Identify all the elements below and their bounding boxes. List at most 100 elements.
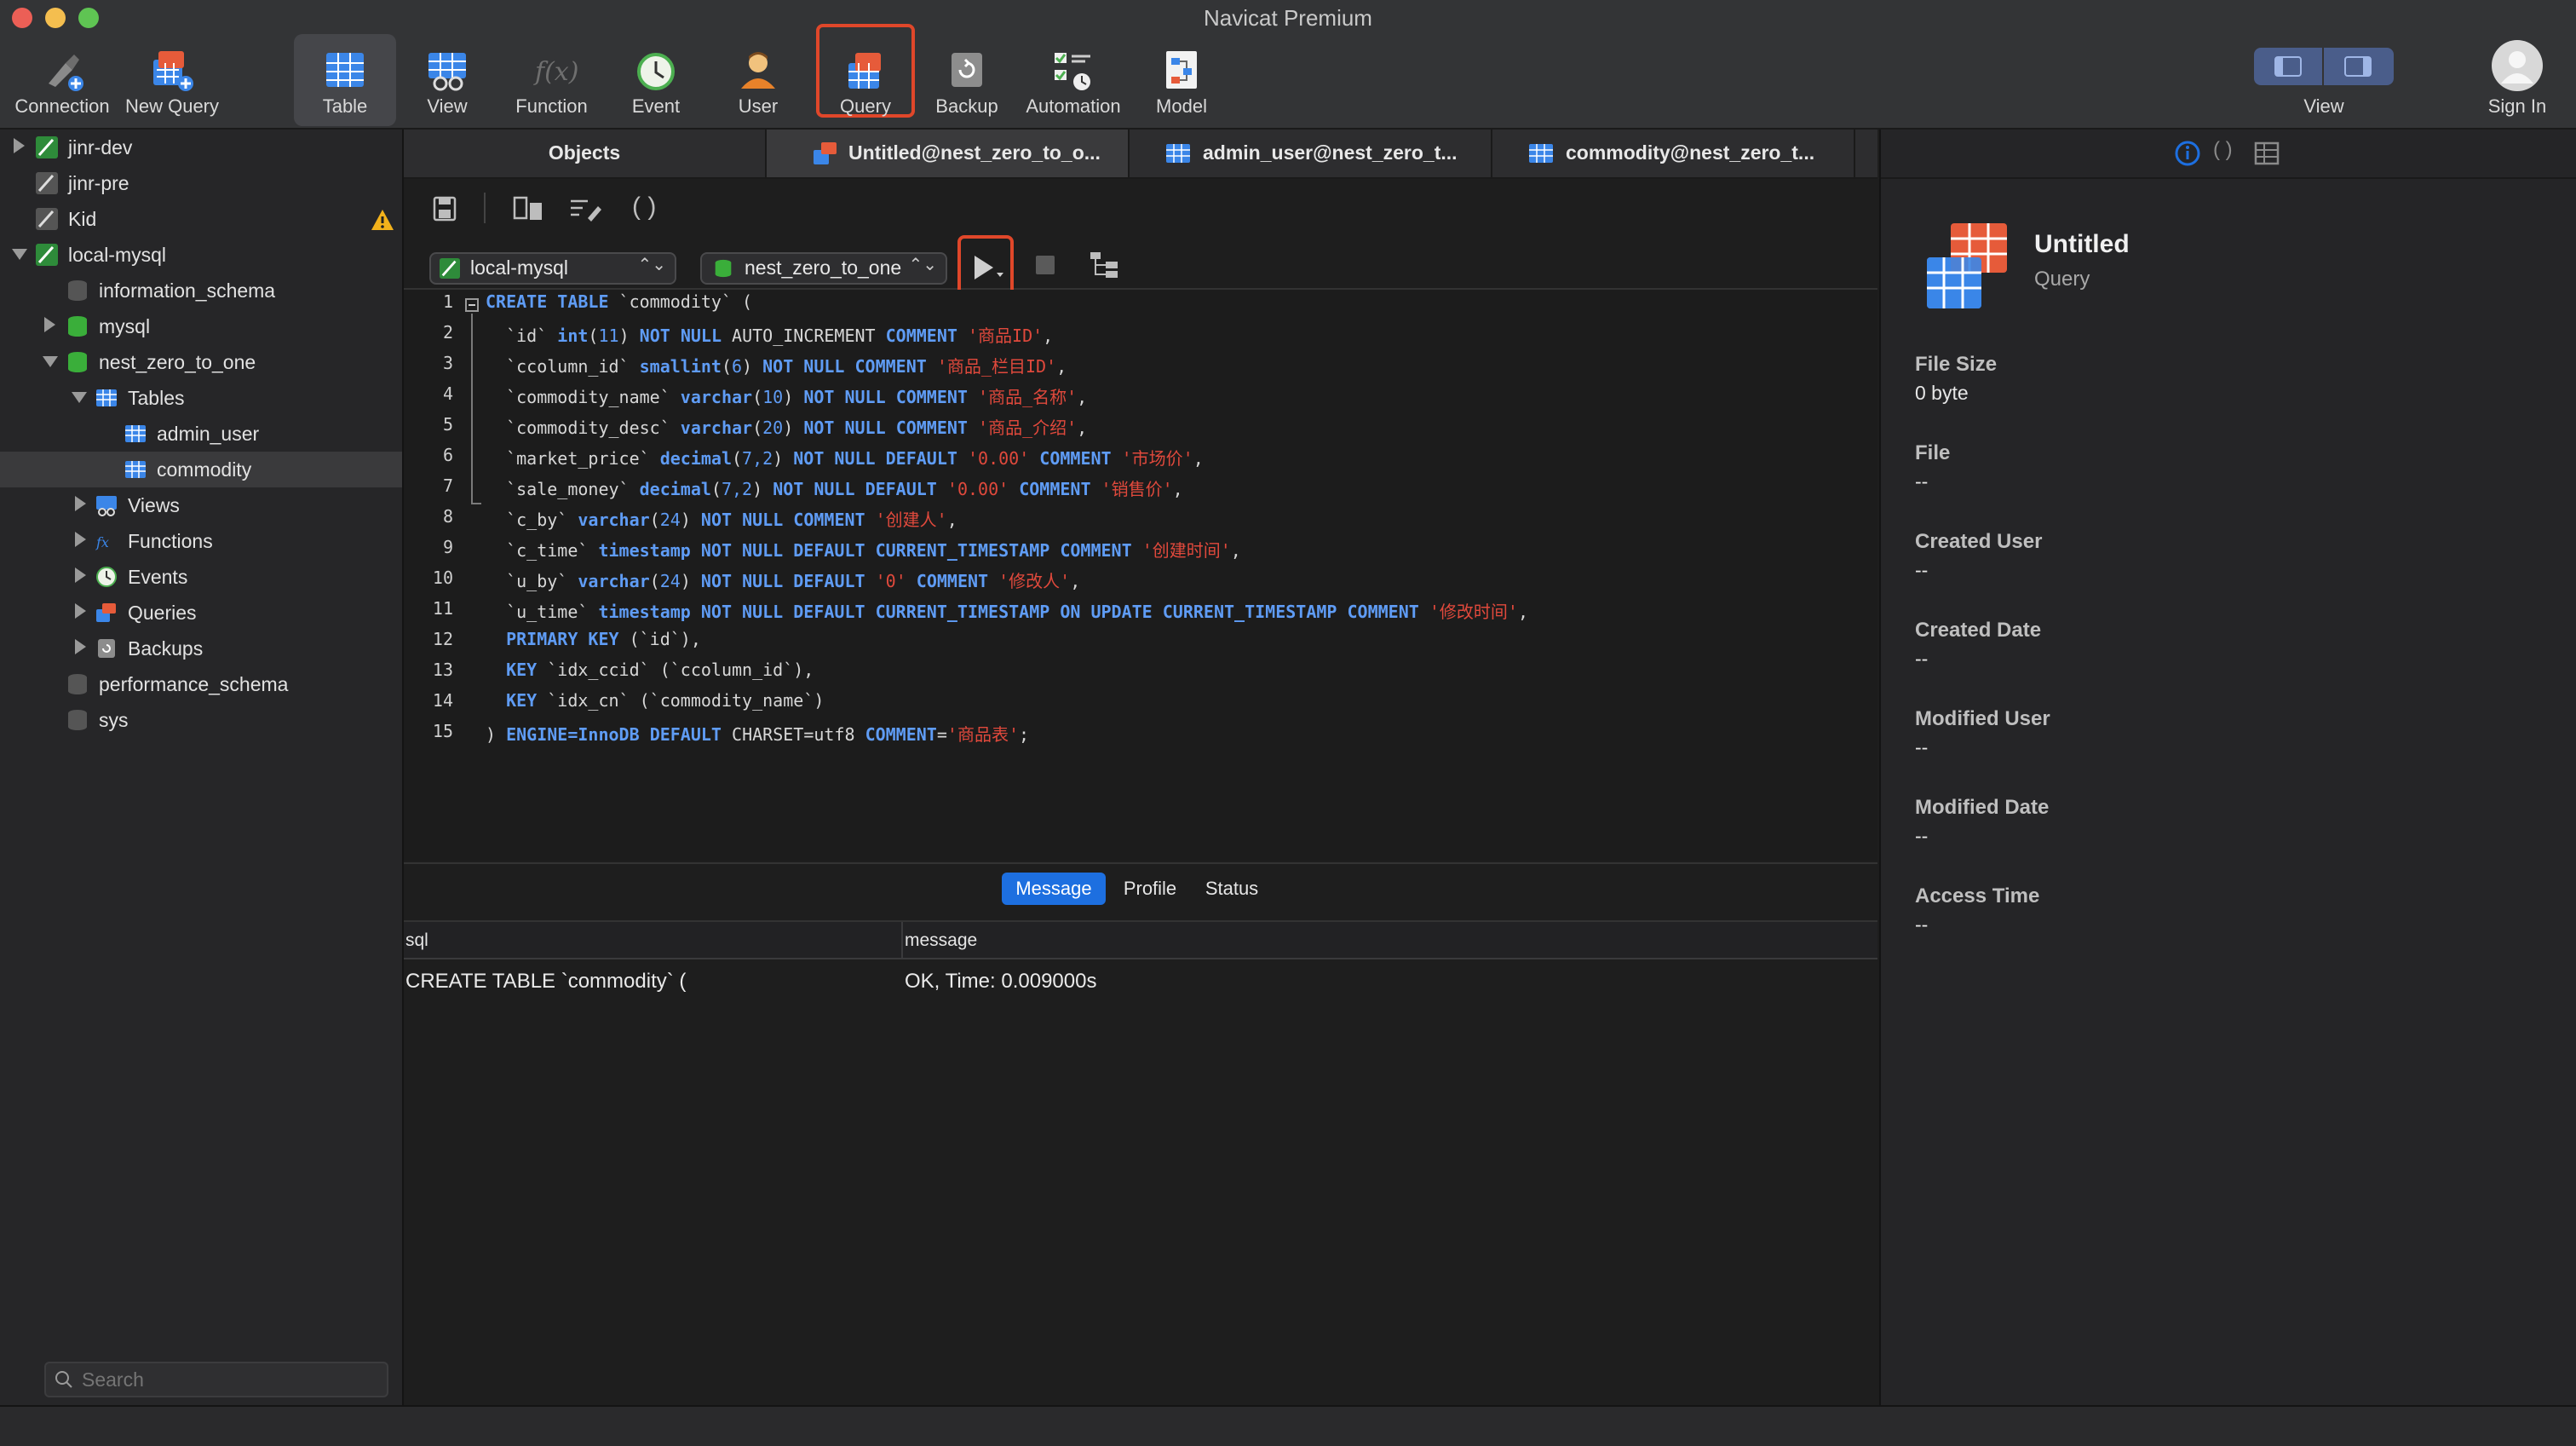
toolbar-table-button[interactable]: Table [294, 34, 396, 126]
info-value-modified-user: -- [1915, 736, 1929, 758]
results-tab-profile[interactable]: Profile [1116, 873, 1184, 905]
toggle-left-panel-button[interactable] [2254, 48, 2324, 85]
expand-arrow-icon[interactable] [75, 567, 86, 583]
column-header-message[interactable]: message [905, 930, 977, 951]
line-number: 6 [442, 445, 453, 465]
tab-admin-user[interactable]: admin_user@nest_zero_t... [1130, 130, 1492, 177]
toolbar-backup-button[interactable]: Backup [916, 34, 1018, 126]
tree-item-label: performance_schema [99, 673, 289, 695]
collapse-arrow-icon[interactable] [43, 356, 58, 367]
cell-message: OK, Time: 0.009000s [905, 970, 1097, 993]
toolbar-model-label: Model [1156, 95, 1207, 117]
backup-icon [98, 639, 115, 658]
code-line: `u_by` varchar(24) NOT NULL DEFAULT '0' … [486, 571, 1081, 591]
tree-item-views[interactable]: Views [0, 487, 402, 523]
database-select[interactable]: nest_zero_to_one ⌃⌄ [700, 252, 947, 285]
toolbar-connection-button[interactable]: Connection [7, 34, 118, 126]
code-line: KEY `idx_cn` (`commodity_name`) [506, 690, 825, 711]
collapse-arrow-icon[interactable] [12, 249, 27, 260]
query-builder-icon[interactable] [513, 196, 545, 222]
line-number: 5 [442, 414, 453, 435]
results-tab-status[interactable]: Status [1198, 873, 1266, 905]
expand-arrow-icon[interactable] [14, 138, 25, 153]
sign-in-button[interactable]: Sign In [2470, 34, 2564, 124]
tree-item-jinr-pre[interactable]: jinr-pre [0, 165, 402, 201]
save-icon[interactable] [433, 196, 457, 222]
select-chevron-icon: ⌃⌄ [637, 256, 666, 274]
line-number: 13 [432, 660, 453, 680]
expand-arrow-icon[interactable] [75, 496, 86, 511]
view-icon [96, 496, 117, 516]
expand-arrow-icon[interactable] [75, 639, 86, 654]
fold-toggle-icon[interactable] [465, 298, 479, 312]
tab-untitled-query[interactable]: Untitled@nest_zero_to_o... [767, 130, 1130, 177]
tree-item-backups[interactable]: Backups [0, 631, 402, 666]
tree-item-events[interactable]: Events [0, 559, 402, 595]
tree-item-mysql[interactable]: mysql [0, 308, 402, 344]
tree-item-commodity[interactable]: commodity [0, 452, 402, 487]
info-value-access-time: -- [1915, 913, 1929, 936]
toolbar-event-button[interactable]: Event [605, 34, 707, 126]
tree-item-local-mysql[interactable]: local-mysql [0, 237, 402, 273]
tree-item-nest-zero-to-one[interactable]: nest_zero_to_one [0, 344, 402, 380]
expand-arrow-icon[interactable] [44, 317, 55, 332]
database-icon [715, 259, 732, 278]
fold-line [471, 314, 473, 503]
toggle-right-panel-button[interactable] [2324, 48, 2394, 85]
tab-objects[interactable]: Objects [404, 130, 767, 177]
toolbar-user-button[interactable]: User [707, 34, 809, 126]
function-icon: f(x) [533, 57, 578, 87]
sidebar-search-input[interactable] [80, 1367, 382, 1392]
line-number: 8 [442, 506, 453, 527]
expand-arrow-icon[interactable] [75, 603, 86, 619]
run-query-button[interactable] [957, 235, 1014, 297]
tree-item-tables[interactable]: Tables [0, 380, 402, 416]
column-header-sql[interactable]: sql [405, 930, 428, 951]
code-line: `id` int(11) NOT NULL AUTO_INCREMENT COM… [486, 325, 1054, 346]
toolbar-function-label: Function [515, 95, 588, 117]
fold-guide [458, 293, 460, 702]
connection-select-value: local-mysql [470, 256, 569, 279]
collapse-arrow-icon[interactable] [72, 392, 87, 403]
tab-commodity[interactable]: commodity@nest_zero_t... [1492, 130, 1855, 177]
toolbar-view-label: View [427, 95, 468, 117]
info-icon[interactable] [2174, 140, 2201, 167]
tree-item-queries[interactable]: Queries [0, 595, 402, 631]
tree-item-jinr-dev[interactable]: jinr-dev [0, 130, 402, 165]
tree-item-functions[interactable]: fx Functions [0, 523, 402, 559]
line-number: 7 [442, 475, 453, 496]
code-snippet-icon[interactable]: ( ) [632, 193, 656, 222]
toolbar-automation-button[interactable]: Automation [1018, 34, 1129, 126]
stop-query-button[interactable] [1036, 256, 1055, 274]
svg-text:fx: fx [95, 534, 109, 550]
explain-plan-icon[interactable] [1089, 251, 1119, 279]
database-icon [68, 316, 87, 337]
tree-item-admin-user[interactable]: admin_user [0, 416, 402, 452]
tree-item-performance-schema[interactable]: performance_schema [0, 666, 402, 702]
connection-select[interactable]: local-mysql ⌃⌄ [429, 252, 676, 285]
ddl-icon[interactable]: ( ) [2213, 138, 2233, 162]
tree-item-information-schema[interactable]: information_schema [0, 273, 402, 308]
toolbar-model-button[interactable]: Model [1130, 34, 1233, 126]
results-tab-message[interactable]: Message [1002, 873, 1106, 905]
tree-item-kid[interactable]: Kid [0, 201, 402, 237]
tree-item-sys[interactable]: sys [0, 702, 402, 738]
tree-item-label: mysql [99, 315, 151, 337]
beautify-sql-icon[interactable] [569, 196, 603, 222]
table-icon [125, 425, 146, 442]
table-row[interactable]: CREATE TABLE `commodity` ( OK, Time: 0.0… [404, 961, 1877, 999]
toolbar-function-button[interactable]: f(x) Function [498, 34, 605, 126]
toolbar-user-label: User [738, 95, 779, 117]
line-number: 1 [442, 291, 453, 312]
sql-editor[interactable]: 1 2 3 4 5 6 7 8 9 10 11 12 13 14 15 CREATE TABLE `comm… [404, 290, 1877, 861]
tree-item-label: jinr-dev [68, 136, 133, 158]
info-value-file-size: 0 byte [1915, 382, 1969, 404]
avatar-icon [2492, 40, 2543, 91]
preview-grid-icon[interactable] [2254, 141, 2280, 165]
sidebar-search-box[interactable] [44, 1362, 388, 1397]
toolbar-query-button[interactable]: Query [816, 24, 915, 118]
toolbar-view-button[interactable]: View [396, 34, 498, 126]
tree-item-label: Queries [128, 602, 197, 624]
toolbar-new-query-button[interactable]: New Query [121, 34, 223, 126]
expand-arrow-icon[interactable] [75, 532, 86, 547]
